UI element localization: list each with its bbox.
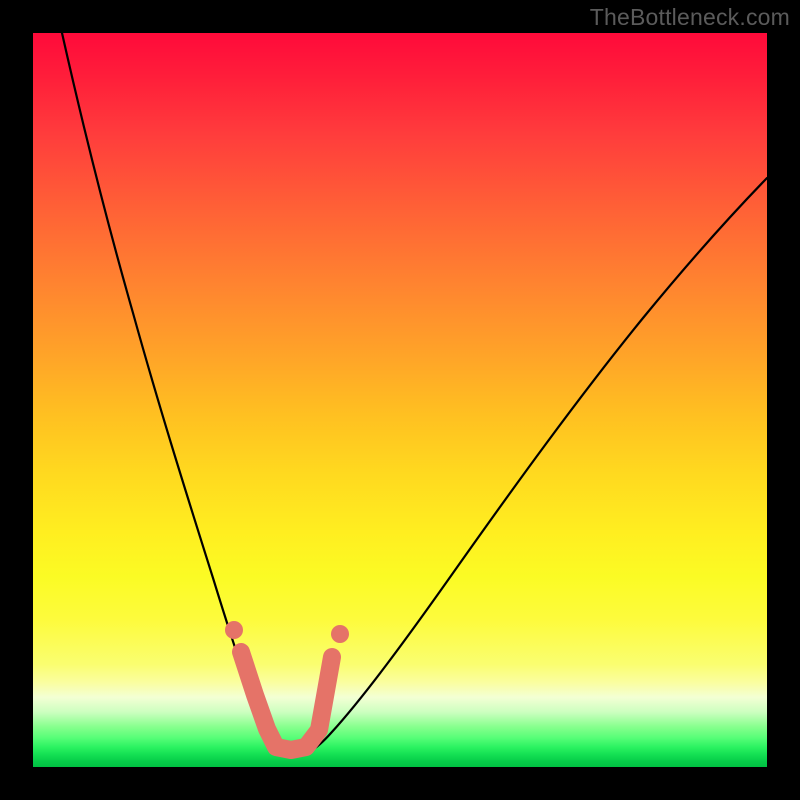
trough-dot-left (225, 621, 243, 639)
trough-highlight-path (241, 652, 332, 750)
watermark-text: TheBottleneck.com (590, 4, 790, 31)
chart-svg (33, 33, 767, 767)
chart-frame: TheBottleneck.com (0, 0, 800, 800)
trough-dot-right (331, 625, 349, 643)
plot-area (33, 33, 767, 767)
bottleneck-curve (62, 33, 767, 756)
